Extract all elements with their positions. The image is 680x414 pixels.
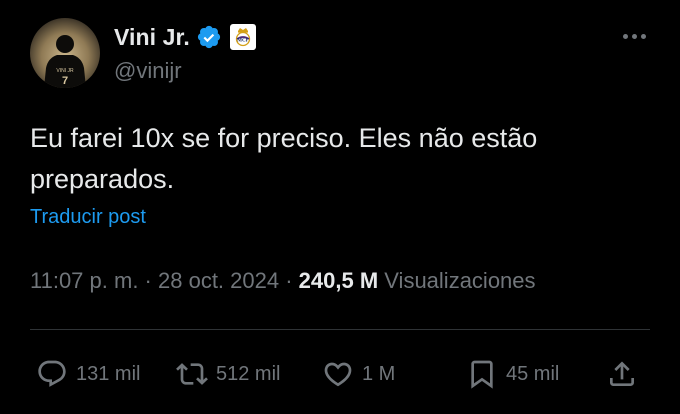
bookmark-button[interactable]: 45 mil bbox=[466, 350, 559, 398]
views-count[interactable]: 240,5 M bbox=[299, 268, 379, 293]
tweet-time[interactable]: 11:07 p. m. bbox=[30, 268, 138, 293]
tweet-meta: 11:07 p. m. · 28 oct. 2024 · 240,5 M Vis… bbox=[30, 268, 536, 294]
like-count: 1 M bbox=[362, 362, 396, 385]
reply-icon bbox=[38, 360, 66, 387]
author-name[interactable]: Vini Jr. bbox=[114, 24, 190, 51]
tweet-date[interactable]: 28 oct. 2024 bbox=[158, 268, 279, 293]
reply-button[interactable]: 131 mil bbox=[36, 350, 140, 398]
repost-count: 512 mil bbox=[216, 362, 281, 385]
views-label[interactable]: Visualizaciones bbox=[378, 268, 535, 293]
share-button[interactable] bbox=[606, 350, 638, 398]
real-madrid-crest-icon: MCF bbox=[235, 28, 250, 47]
jersey-number: 7 bbox=[62, 75, 68, 87]
club-badge[interactable]: MCF bbox=[229, 24, 256, 50]
tweet-text: Eu farei 10x se for preciso. Eles não es… bbox=[30, 123, 538, 194]
avatar[interactable]: VINI JR 7 bbox=[30, 18, 100, 88]
more-dot bbox=[631, 33, 637, 39]
like-icon bbox=[324, 362, 352, 387]
divider bbox=[30, 329, 650, 330]
reply-count: 131 mil bbox=[76, 362, 141, 385]
bookmark-icon bbox=[471, 360, 493, 389]
action-bar: 131 mil 512 mil 1 M 45 mil bbox=[0, 350, 680, 398]
translate-post-link[interactable]: Traducir post bbox=[30, 206, 146, 229]
svg-text:MCF: MCF bbox=[237, 39, 248, 44]
bookmark-count: 45 mil bbox=[506, 362, 560, 385]
like-button[interactable]: 1 M bbox=[322, 350, 395, 398]
repost-icon bbox=[176, 363, 208, 385]
verified-badge-icon[interactable] bbox=[196, 24, 222, 50]
jersey-text: VINI JR bbox=[56, 68, 74, 74]
player-jersey-avatar: VINI JR 7 bbox=[44, 35, 86, 88]
repost-button[interactable]: 512 mil bbox=[176, 350, 280, 398]
meta-separator: · bbox=[279, 268, 299, 293]
meta-separator: · bbox=[138, 268, 158, 293]
author-name-row: Vini Jr. MCF bbox=[114, 22, 256, 52]
share-icon bbox=[610, 361, 634, 386]
more-options-icon[interactable] bbox=[614, 24, 654, 48]
more-dot bbox=[640, 33, 646, 39]
more-dot bbox=[622, 33, 628, 39]
author-handle[interactable]: @vinijr bbox=[114, 58, 182, 84]
